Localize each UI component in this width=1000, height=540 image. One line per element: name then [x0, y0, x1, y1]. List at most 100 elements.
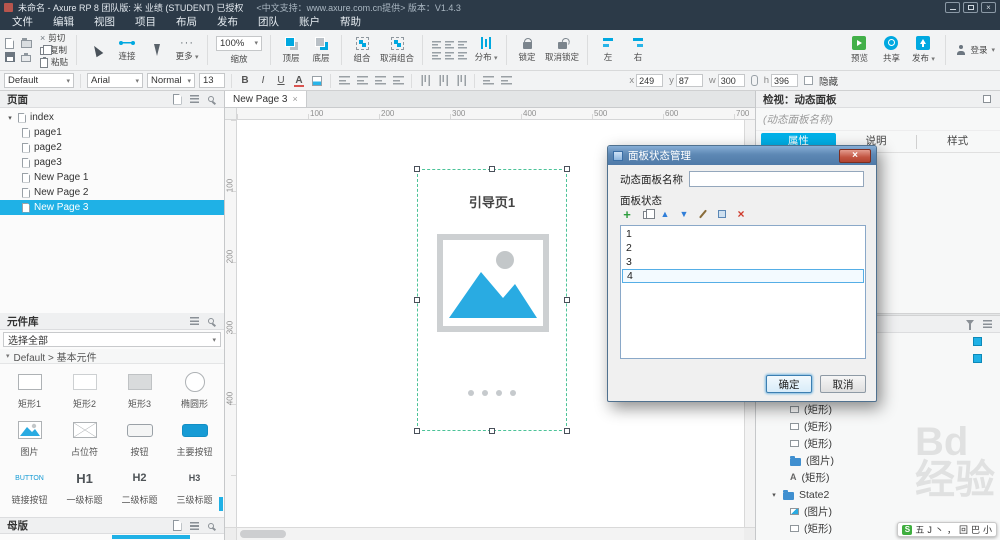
italic-button[interactable]: I [256, 74, 270, 88]
preview-button[interactable]: 预览 [847, 36, 871, 64]
widget-ellipse[interactable]: 椭圆形 [167, 366, 222, 414]
menu-help[interactable]: 帮助 [330, 14, 371, 30]
zoom-select[interactable]: 100%▾ [216, 36, 262, 51]
delete-state-button[interactable]: × [734, 207, 748, 221]
dialog-titlebar[interactable]: 面板状态管理 × [608, 146, 876, 165]
library-menu-button[interactable] [188, 315, 200, 327]
more-button[interactable]: ···更多 ▾ [175, 38, 199, 62]
valign-bottom-button[interactable] [454, 74, 468, 88]
state-row-3[interactable]: 3 [622, 255, 864, 269]
constrain-proportions-icon[interactable] [751, 75, 758, 86]
font-color-button[interactable]: A [292, 74, 306, 88]
widget-h1[interactable]: H1一级标题 [57, 462, 112, 510]
move-state-up-button[interactable]: ▲ [658, 207, 672, 221]
page-item-page1[interactable]: page1 [0, 125, 224, 140]
add-master-button[interactable] [171, 520, 183, 532]
widget-clipped[interactable] [2, 510, 57, 517]
selected-dynamic-panel[interactable]: 引导页1 [417, 169, 567, 431]
resize-handle-nw[interactable] [414, 166, 420, 172]
rename-state-button[interactable] [696, 207, 710, 221]
text-align-left-button[interactable] [337, 74, 351, 88]
page-item-page3[interactable]: page3 [0, 155, 224, 170]
outline-row[interactable]: A(矩形) [756, 469, 1000, 486]
pages-menu-button[interactable] [188, 93, 200, 105]
text-align-justify-button[interactable] [391, 74, 405, 88]
align-right-icon[interactable] [457, 40, 468, 49]
font-size-select[interactable]: 13 [199, 73, 225, 88]
widget-rect3[interactable]: 矩形3 [112, 366, 167, 414]
distribute-button[interactable]: 分布 ▾ [474, 37, 498, 63]
maximize-button[interactable] [963, 2, 978, 13]
widget-clipped[interactable] [112, 510, 167, 517]
send-to-back-button[interactable]: 底层 [309, 37, 333, 64]
page-item-new-page-1[interactable]: New Page 1 [0, 170, 224, 185]
menu-project[interactable]: 项目 [125, 14, 166, 30]
align-top-icon[interactable] [431, 51, 442, 60]
widget-primary-button[interactable]: 主要按钮 [167, 414, 222, 462]
y-input[interactable] [676, 74, 703, 87]
widget-image[interactable]: 图片 [2, 414, 57, 462]
cut-button[interactable]: ×剪切 [40, 33, 68, 44]
outline-sort-button[interactable] [981, 318, 993, 330]
expander-icon[interactable]: ▾ [6, 114, 14, 122]
ungroup-button[interactable]: 取消组合 [380, 37, 414, 64]
page-item-new-page-3[interactable]: New Page 3 [0, 200, 224, 215]
input-method-bar[interactable]: S 五 J 丶 ， 回 巴 小 [897, 522, 997, 537]
image-placeholder-widget[interactable] [437, 234, 549, 332]
panel-name-input[interactable] [689, 171, 864, 187]
print-icon[interactable] [21, 55, 31, 62]
menu-file[interactable]: 文件 [2, 14, 43, 30]
outline-row-state2[interactable]: ▾State2 [756, 486, 1000, 503]
group-button[interactable]: 组合 [350, 37, 374, 64]
inspector-popout-button[interactable] [981, 93, 993, 105]
lock-button[interactable]: 锁定 [515, 37, 539, 63]
menu-arrange[interactable]: 布局 [166, 14, 207, 30]
minimize-button[interactable] [945, 2, 960, 13]
widget-clipped[interactable] [57, 510, 112, 517]
widget-clipped[interactable] [167, 510, 222, 517]
tab-style[interactable]: 样式 [920, 133, 995, 150]
widget-link-button[interactable]: BUTTON链接按钮 [2, 462, 57, 510]
open-file-icon[interactable] [21, 40, 32, 48]
resize-handle-ne[interactable] [564, 166, 570, 172]
pages-search-button[interactable] [205, 93, 217, 105]
library-filter-select[interactable]: 选择全部▾ [3, 332, 221, 347]
style-preset-select[interactable]: Default▾ [4, 73, 74, 88]
outline-row[interactable]: (矩形) [756, 418, 1000, 435]
copy-button[interactable]: 复制 [40, 45, 68, 56]
indent-button[interactable] [499, 74, 513, 88]
library-section-header[interactable]: ▾Default > 基本元件 [0, 349, 224, 364]
expander-icon[interactable]: ▾ [770, 491, 778, 499]
valign-top-button[interactable] [418, 74, 432, 88]
state-row-2[interactable]: 2 [622, 241, 864, 255]
publish-button[interactable]: 发布 ▾ [911, 36, 935, 64]
outline-filter-button[interactable] [964, 318, 976, 330]
align-bottom-icon[interactable] [457, 51, 468, 60]
duplicate-state-button[interactable] [639, 207, 653, 221]
masters-scrollbar-thumb[interactable] [112, 535, 190, 539]
widget-button[interactable]: 按钮 [112, 414, 167, 462]
add-state-button[interactable]: + [620, 207, 634, 221]
dialog-close-button[interactable]: × [839, 149, 871, 163]
resize-handle-se[interactable] [564, 428, 570, 434]
close-button[interactable]: × [981, 2, 996, 13]
outline-row[interactable]: (图片) [756, 452, 1000, 469]
widget-rect1[interactable]: 矩形1 [2, 366, 57, 414]
text-align-right-button[interactable] [373, 74, 387, 88]
connect-button[interactable]: 连接 [115, 38, 139, 62]
edit-state-button[interactable] [715, 207, 729, 221]
state-row-1[interactable]: 1 [622, 227, 864, 241]
share-button[interactable]: 共享 [879, 36, 903, 64]
menu-edit[interactable]: 编辑 [43, 14, 84, 30]
scrollbar-thumb[interactable] [240, 530, 286, 538]
outline-row[interactable]: (图片) [756, 503, 1000, 520]
tab-new-page-3[interactable]: New Page 3 × [225, 91, 307, 107]
font-family-select[interactable]: Arial▾ [87, 73, 143, 88]
panel-state-list[interactable]: 1 2 3 4 [620, 225, 866, 359]
valign-middle-button[interactable] [436, 74, 450, 88]
hide-checkbox[interactable] [804, 76, 813, 85]
paste-button[interactable]: 粘贴 [40, 57, 68, 68]
state-row-4[interactable]: 4 [622, 269, 864, 283]
page-item-new-page-2[interactable]: New Page 2 [0, 185, 224, 200]
widget-h2[interactable]: H2二级标题 [112, 462, 167, 510]
